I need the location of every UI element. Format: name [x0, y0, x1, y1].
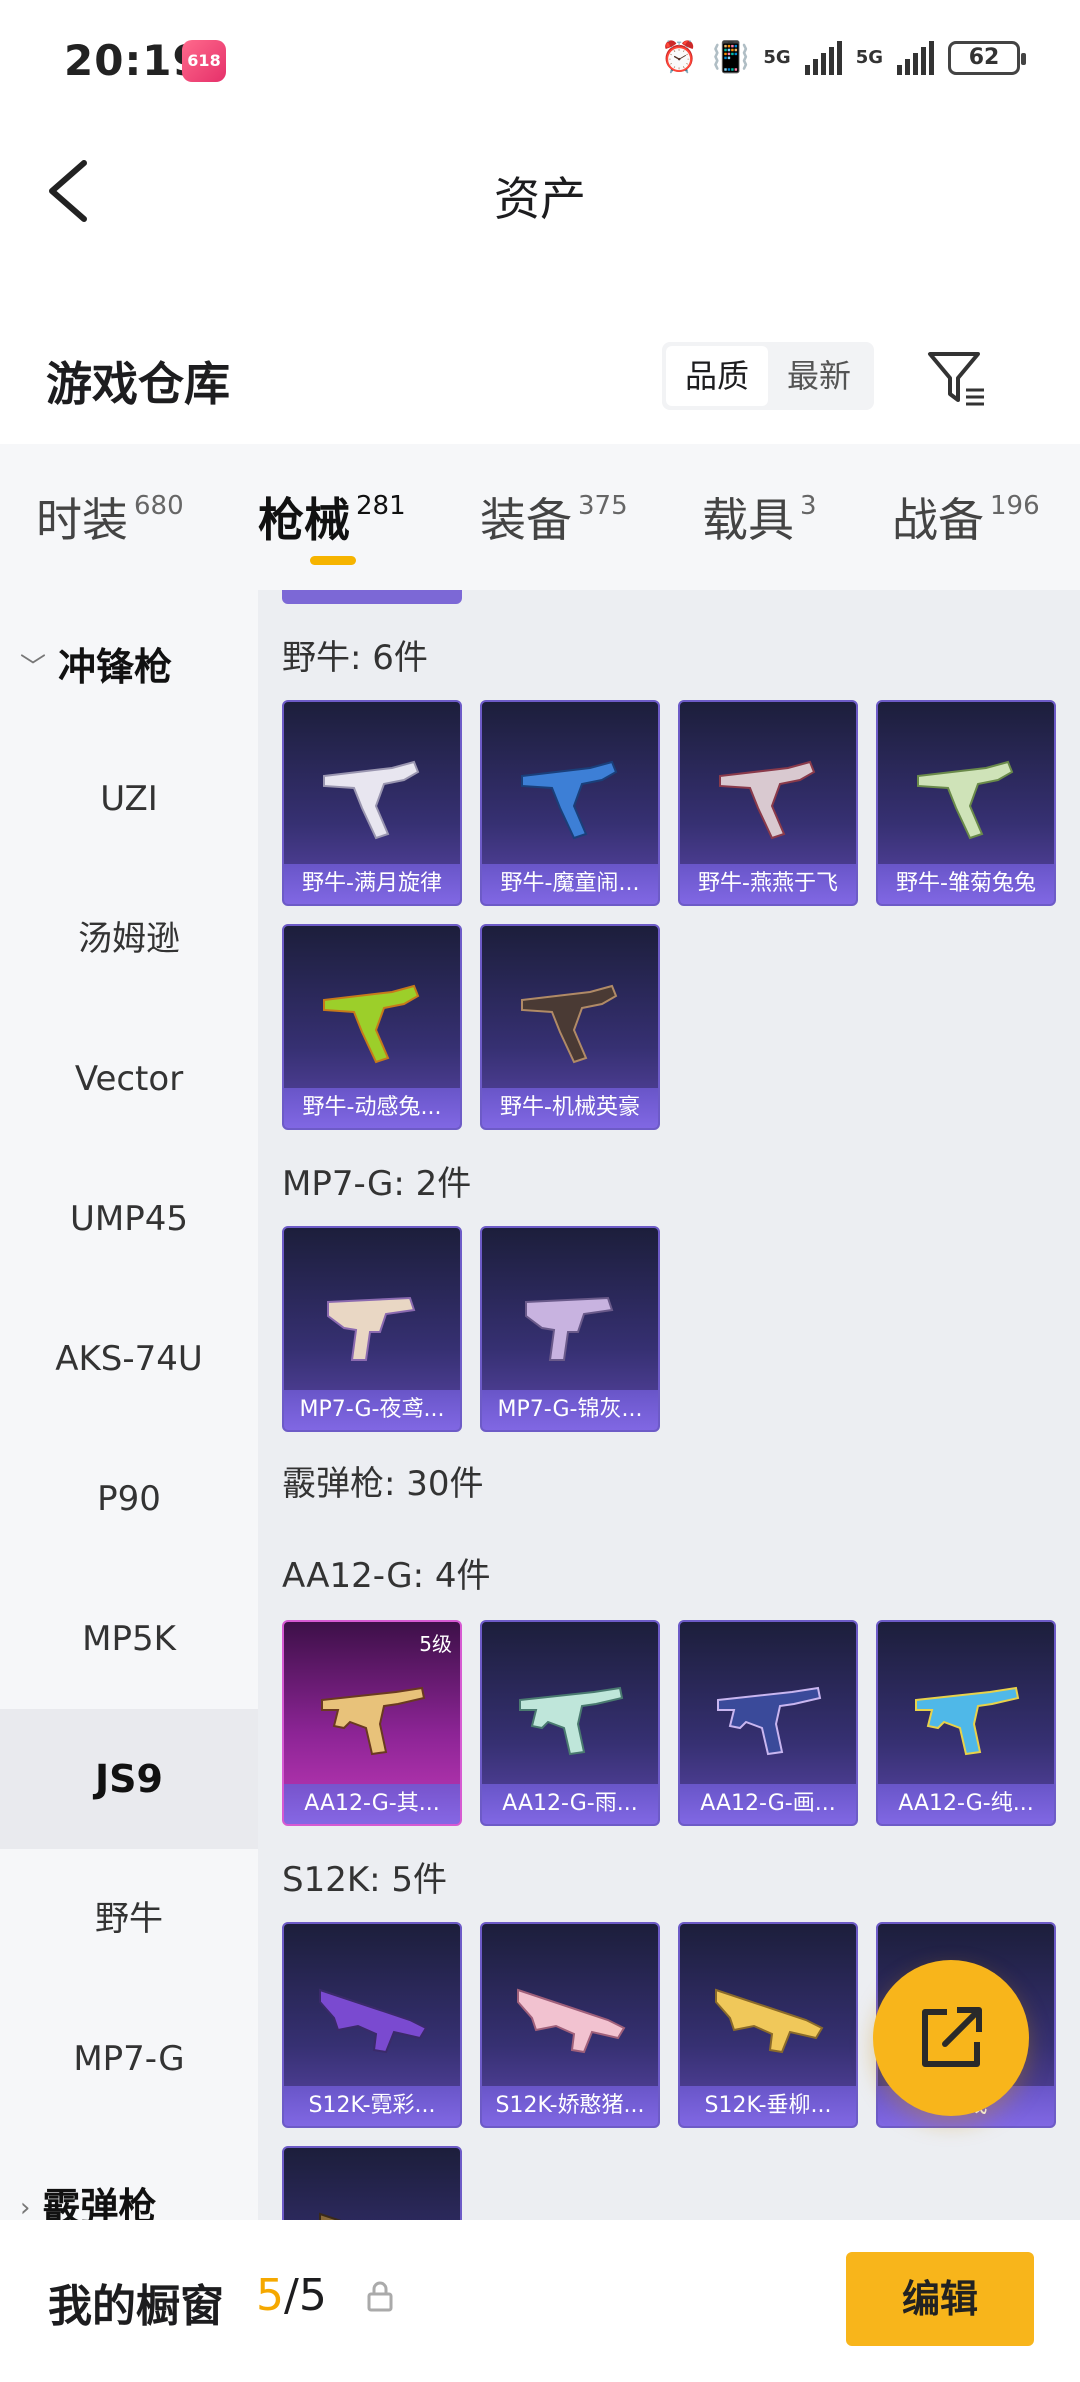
gun-icon	[319, 2212, 342, 2220]
sidebar-item-vector[interactable]: Vector	[0, 1009, 258, 1149]
gun-icon	[323, 760, 420, 840]
sidebar-item-ump45[interactable]: UMP45	[0, 1149, 258, 1289]
tab-count: 196	[990, 491, 1040, 521]
skin-card[interactable]: 野牛-满月旋律	[282, 700, 462, 906]
app-618-icon: 618	[182, 40, 226, 82]
sidebar-group-smg[interactable]: ﹀ 冲锋枪	[20, 636, 172, 691]
gun-icon	[715, 1988, 824, 2054]
gun-icon	[719, 760, 816, 840]
status-bar: 20:19 618 ⏰ 📳 5G 5G 62	[0, 0, 1080, 125]
skin-card[interactable]: 野牛-燕燕于飞	[678, 700, 858, 906]
tab-equipment[interactable]: 装备 375	[480, 484, 628, 550]
signal-icon	[804, 40, 842, 75]
sidebar-item-p90[interactable]: P90	[0, 1429, 258, 1569]
lock-icon	[367, 2281, 393, 2312]
gun-icon	[521, 984, 618, 1064]
weapon-type-sidebar: ﹀ 冲锋枪 UZI 汤姆逊 Vector UMP45 AKS-74U P90 MP…	[0, 590, 258, 2220]
tab-count: 375	[578, 491, 628, 521]
group-title-mp7: MP7-G: 2件	[282, 1164, 472, 1204]
sidebar-item-mp7g[interactable]: MP7-G	[0, 1989, 258, 2129]
skin-card[interactable]: 野牛-机械英豪	[480, 924, 660, 1130]
export-icon	[922, 2007, 982, 2067]
sidebar-item-bizon[interactable]: 野牛	[0, 1849, 258, 1989]
tab-count: 680	[134, 491, 184, 521]
gun-icon	[917, 760, 1014, 840]
sidebar-item-aks74u[interactable]: AKS-74U	[0, 1289, 258, 1429]
gun-icon	[521, 760, 618, 840]
vibrate-icon: 📳	[712, 40, 750, 75]
partial-card	[282, 590, 462, 604]
chevron-down-icon: ﹀	[20, 653, 47, 683]
skin-card[interactable]: 5级 AA12-G-其...	[282, 1620, 462, 1826]
network-5g-label-2: 5G	[855, 46, 883, 68]
sort-quality-button[interactable]: 品质	[666, 346, 768, 406]
chevron-right-icon: ›	[20, 2193, 31, 2220]
edit-button[interactable]: 编辑	[846, 2252, 1034, 2346]
tab-supplies[interactable]: 战备 196	[892, 484, 1040, 550]
nav-bar: 资产	[0, 125, 1080, 260]
alarm-icon: ⏰	[660, 40, 699, 75]
skin-card[interactable]: S12K-垂柳...	[678, 1922, 858, 2128]
skin-card[interactable]	[282, 2146, 462, 2220]
warehouse-header: 游戏仓库 品质 最新	[0, 320, 1080, 440]
tab-count: 281	[356, 491, 406, 521]
network-5g-label: 5G	[763, 46, 791, 68]
gun-icon	[321, 1686, 426, 1756]
sidebar-item-thompson[interactable]: 汤姆逊	[0, 869, 258, 1009]
skin-card[interactable]: 野牛-魔童闹...	[480, 700, 660, 906]
showcase-count: 5/5	[256, 2270, 327, 2321]
showcase-bar: 我的橱窗 5/5 编辑	[0, 2220, 1080, 2382]
group-title-s12k: S12K: 5件	[282, 1860, 448, 1900]
skin-card[interactable]: S12K-霓彩...	[282, 1922, 462, 2128]
tab-count: 3	[800, 491, 817, 521]
gun-icon	[327, 1296, 416, 1361]
skin-card[interactable]: AA12-G-雨...	[480, 1620, 660, 1826]
sidebar-item-uzi[interactable]: UZI	[0, 729, 258, 869]
sidebar-item-mp5k[interactable]: MP5K	[0, 1569, 258, 1709]
gun-icon	[319, 1988, 428, 2054]
tab-firearms[interactable]: 枪械 281	[258, 484, 406, 550]
skin-card[interactable]: S12K-娇憨猪...	[480, 1922, 660, 2128]
category-tabs: 时装 680 枪械 281 装备 375 载具 3 战备 196	[0, 444, 1080, 590]
group-title-aa12: AA12-G: 4件	[282, 1556, 491, 1596]
gun-icon	[323, 984, 420, 1064]
gun-icon	[519, 1686, 624, 1756]
battery-icon: 62	[948, 40, 1026, 75]
showcase-label: 我的橱窗	[48, 2281, 224, 2332]
skin-card[interactable]: AA12-G-纯...	[876, 1620, 1056, 1826]
group-title-shotgun: 霰弹枪: 30件	[282, 1464, 484, 1504]
skin-card[interactable]: MP7-G-夜鸢...	[282, 1226, 462, 1432]
gun-icon	[717, 1686, 822, 1756]
active-tab-indicator	[310, 556, 356, 565]
warehouse-title: 游戏仓库	[46, 357, 230, 411]
sidebar-group-shotgun[interactable]: › 霰弹枪	[20, 2176, 156, 2220]
skin-card[interactable]: 野牛-动感兔...	[282, 924, 462, 1130]
gun-icon	[517, 1988, 626, 2054]
tab-fashion[interactable]: 时装 680	[36, 484, 184, 550]
signal-icon-2	[897, 40, 934, 75]
filter-icon	[928, 352, 984, 406]
skin-card[interactable]: 野牛-雏菊兔兔	[876, 700, 1056, 906]
gun-icon	[915, 1686, 1020, 1756]
level-badge: 5级	[419, 1632, 452, 1656]
system-icons: ⏰ 📳 5G 5G 62	[660, 40, 1026, 75]
sidebar-item-js9[interactable]: JS9	[0, 1709, 258, 1849]
page-title: 资产	[494, 172, 586, 226]
tab-vehicles[interactable]: 载具 3	[702, 484, 817, 550]
gun-icon	[525, 1296, 614, 1361]
sort-latest-button[interactable]: 最新	[768, 346, 870, 406]
skin-card[interactable]: MP7-G-锦灰...	[480, 1226, 660, 1432]
export-button[interactable]	[873, 1960, 1029, 2116]
skin-card[interactable]: AA12-G-画...	[678, 1620, 858, 1826]
filter-button[interactable]	[924, 346, 988, 410]
group-title-bizon: 野牛: 6件	[282, 638, 428, 678]
sort-toggle: 品质 最新	[662, 342, 874, 410]
